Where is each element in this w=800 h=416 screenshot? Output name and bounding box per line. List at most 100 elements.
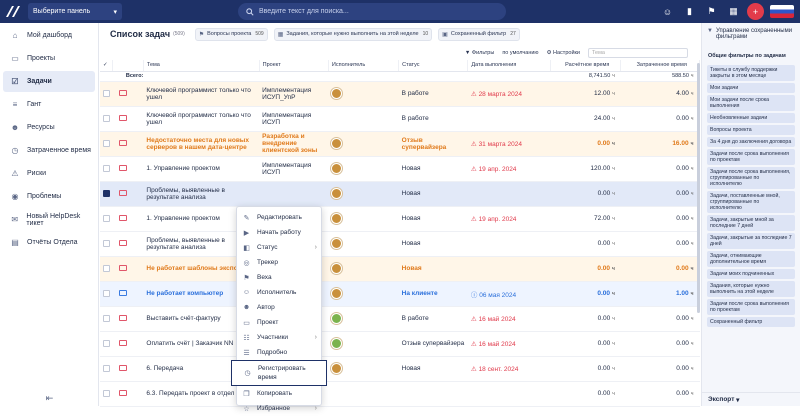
col-header[interactable]: Статус <box>398 60 469 72</box>
task-assignee[interactable] <box>328 181 399 207</box>
task-project[interactable]: Имплементация ИСУП <box>259 106 329 132</box>
task-assignee[interactable] <box>328 156 399 182</box>
table-row[interactable]: Ключевой программист только что ушел Импл… <box>100 81 700 107</box>
topic-search-input[interactable]: Тема <box>588 47 688 58</box>
context-menu-item[interactable]: ⚑ Веха <box>237 270 321 285</box>
saved-filter-item[interactable]: Задачи после срока выполнения по проекта… <box>707 149 795 165</box>
mail-icon[interactable] <box>119 190 128 197</box>
task-assignee[interactable] <box>328 81 399 107</box>
add-icon[interactable]: + <box>747 3 764 20</box>
col-header[interactable]: Затраченное время <box>620 60 700 72</box>
saved-filter-item[interactable]: За 4 дня до заключения договора <box>707 137 795 147</box>
saved-filter-item[interactable]: Необновленные задачи <box>707 113 795 123</box>
language-flag-icon[interactable] <box>770 5 794 18</box>
task-theme[interactable]: Недостаточно места для новых серверов в … <box>143 131 260 157</box>
col-header[interactable]: Тема <box>143 60 260 72</box>
row-checkbox[interactable] <box>103 214 110 222</box>
row-checkbox[interactable] <box>103 364 110 372</box>
filter-chip-saved[interactable]: ▣ Сохраненный фильтр 27 <box>438 27 520 41</box>
export-button[interactable]: Экспорт ▾ <box>702 392 800 406</box>
select-all-checkbox[interactable]: ✓ <box>100 60 113 72</box>
settings-button[interactable]: ⚙ Настройки <box>547 50 580 56</box>
calendar-icon[interactable]: ▦ <box>725 3 742 20</box>
mail-icon[interactable] <box>119 240 128 247</box>
table-row[interactable]: 6. Передача Новая ⚠ 18 сент. 2024 0.00 ч 0.00… <box>100 356 700 382</box>
table-row[interactable]: Проблемы, выявленные в результате анализ… <box>100 181 700 207</box>
sidebar-item-tasks[interactable]: ☑ Задачи <box>3 71 95 92</box>
task-project[interactable]: Имплементация ИСУП <box>259 156 329 182</box>
mail-icon[interactable] <box>119 315 128 322</box>
task-assignee[interactable] <box>328 131 399 157</box>
bookmark-icon[interactable]: ▮ <box>681 3 698 20</box>
task-theme[interactable]: Ключевой программист только что ушел <box>143 106 260 132</box>
saved-filter-item[interactable]: Задачи моих подчиненных <box>707 269 795 279</box>
avatar[interactable] <box>331 138 343 149</box>
row-checkbox-cell[interactable] <box>100 206 113 232</box>
row-checkbox[interactable] <box>103 89 110 97</box>
table-row[interactable]: 1. Управление проектом Имплементация ИСУП… <box>100 156 700 182</box>
mail-icon[interactable] <box>119 265 128 272</box>
task-project[interactable]: Разработка и внедрение клиентской зоны <box>259 131 329 157</box>
mail-icon[interactable] <box>119 165 128 172</box>
saved-filter-item[interactable]: Сохраненный фильтр <box>707 317 795 327</box>
sidebar-item-resources[interactable]: ☻ Ресурсы <box>3 117 95 138</box>
context-menu-item[interactable]: ◧ Статус › <box>237 240 321 255</box>
row-checkbox-cell[interactable] <box>100 106 113 132</box>
task-assignee[interactable] <box>328 281 399 307</box>
saved-filter-item[interactable]: Задачи, поставленные мной, сгруппированн… <box>707 191 795 213</box>
row-checkbox-cell[interactable] <box>100 156 113 182</box>
mail-icon[interactable] <box>119 365 128 372</box>
saved-filter-item[interactable]: Задачи, отнимающие дополнительное время <box>707 251 795 267</box>
row-checkbox[interactable] <box>103 164 110 172</box>
sidebar-item-risks[interactable]: ⚠ Риски <box>3 163 95 184</box>
row-checkbox[interactable] <box>103 139 110 147</box>
mail-icon[interactable] <box>119 140 128 147</box>
row-checkbox-cell[interactable] <box>100 306 113 332</box>
row-checkbox-cell[interactable] <box>100 256 113 282</box>
row-checkbox[interactable] <box>103 289 110 297</box>
row-checkbox[interactable] <box>103 389 110 397</box>
context-menu-item[interactable]: ◷ Регистрировать время <box>231 360 327 386</box>
filter-chip-project-questions[interactable]: ⚑ Вопросы проекта 509 <box>194 27 268 41</box>
row-checkbox-cell[interactable] <box>100 281 113 307</box>
mail-icon[interactable] <box>119 290 128 297</box>
row-checkbox-cell[interactable] <box>100 381 113 407</box>
saved-filter-item[interactable]: Задачи, закрытые за последние 7 дней <box>707 233 795 249</box>
table-row[interactable]: Не работает компьютер На клиенте ⓘ 06 мая … <box>100 281 700 307</box>
table-row[interactable]: Недостаточно места для новых серверов в … <box>100 131 700 157</box>
row-checkbox[interactable] <box>103 264 110 272</box>
user-icon[interactable]: ☺ <box>659 3 676 20</box>
task-assignee[interactable] <box>328 106 399 132</box>
avatar[interactable] <box>331 288 343 299</box>
mail-icon[interactable] <box>119 115 128 122</box>
row-checkbox-cell[interactable] <box>100 131 113 157</box>
context-menu-item[interactable]: ☷ Участники › <box>237 330 321 345</box>
row-checkbox[interactable] <box>103 314 110 322</box>
saved-filter-item[interactable]: Задачи после срока выполнения по проекта… <box>707 299 795 315</box>
context-menu-item[interactable]: ✎ Редактировать <box>237 210 321 225</box>
saved-filter-item[interactable]: Задачи, закрытые мной за последние 7 дне… <box>707 215 795 231</box>
avatar[interactable] <box>331 238 343 249</box>
avatar[interactable] <box>331 188 343 199</box>
table-row[interactable]: Не работает шаблоны экспор Новая 0.00 ч 0.00… <box>100 256 700 282</box>
mail-icon[interactable] <box>119 390 128 397</box>
table-scrollbar[interactable] <box>697 63 700 313</box>
avatar[interactable] <box>331 338 343 349</box>
task-assignee[interactable] <box>328 256 399 282</box>
avatar[interactable] <box>331 313 343 324</box>
sidebar-item-time[interactable]: ◷ Затраченное время <box>3 140 95 161</box>
context-menu-item[interactable]: ☆ Избранное › <box>237 401 321 416</box>
collapse-sidebar-icon[interactable]: ⇤ <box>0 393 99 404</box>
saved-filter-item[interactable]: Вопросы проекта <box>707 125 795 135</box>
row-checkbox-cell[interactable] <box>100 231 113 257</box>
task-assignee[interactable] <box>328 356 399 382</box>
table-row[interactable]: Проблемы, выявленные в результате анализ… <box>100 231 700 257</box>
sidebar-item-dashboard[interactable]: ⌂ Мой дашборд <box>3 25 95 46</box>
avatar[interactable] <box>331 163 343 174</box>
context-menu-item[interactable]: ☻ Автор <box>237 300 321 315</box>
context-menu-item[interactable]: ▭ Проект <box>237 315 321 330</box>
saved-filter-item[interactable]: Тикеты в службу поддержки закрыты в этом… <box>707 65 795 81</box>
row-checkbox-cell[interactable] <box>100 81 113 107</box>
row-checkbox[interactable] <box>103 114 110 122</box>
task-assignee[interactable] <box>328 206 399 232</box>
